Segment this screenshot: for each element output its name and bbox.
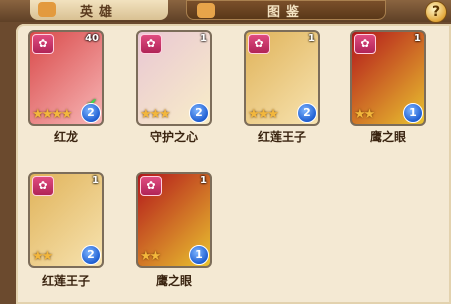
rank-badge: 1 <box>403 103 423 123</box>
hero-level: 40 <box>85 33 99 44</box>
hero-level: 1 <box>200 33 207 44</box>
hero-stars: ★★★ <box>140 107 171 122</box>
hero-stars: ★★★★ <box>32 107 73 122</box>
hero-name: 守护之心 <box>149 130 198 144</box>
codex-tab-icon <box>197 3 215 18</box>
hero-name: 红莲王子 <box>41 274 90 288</box>
tab-heroes[interactable]: 英雄 <box>30 0 168 20</box>
hero-card[interactable]: ✿ 1 ★★★ 2 <box>136 30 212 126</box>
hero-name: 鹰之眼 <box>369 130 406 144</box>
rank-badge: 2 <box>81 103 101 123</box>
hero-stars: ★★ <box>140 249 161 264</box>
hero-level: 1 <box>308 33 315 44</box>
tab-codex[interactable]: 图鉴 <box>186 0 386 20</box>
lotus-icon: ✿ <box>140 34 162 54</box>
hero-name: 红龙 <box>53 130 78 144</box>
hero-stars: ★★ <box>354 107 375 122</box>
hero-card[interactable]: ✿ 1 ★★ 1 <box>136 172 212 268</box>
hero-level: 1 <box>414 33 421 44</box>
lotus-icon: ✿ <box>32 34 54 54</box>
hero-card[interactable]: ✿ 40 ✔ ★★★★ 2 <box>28 30 104 126</box>
hero-tab-icon <box>38 2 56 17</box>
hero-name: 红莲王子 <box>257 130 306 144</box>
hero-level: 1 <box>92 175 99 186</box>
hero-card[interactable]: ✿ 1 ★★ 1 <box>350 30 426 126</box>
hero-stars: ★★ <box>32 249 53 264</box>
hero-name: 鹰之眼 <box>155 274 192 288</box>
tab-codex-label: 图鉴 <box>266 4 305 20</box>
lotus-icon: ✿ <box>354 34 376 54</box>
hero-level: 1 <box>200 175 207 186</box>
hero-stars: ★★★ <box>248 107 279 122</box>
lotus-icon: ✿ <box>32 176 54 196</box>
rank-badge: 2 <box>297 103 317 123</box>
rank-badge: 2 <box>189 103 209 123</box>
rank-badge: 2 <box>81 245 101 265</box>
lotus-icon: ✿ <box>140 176 162 196</box>
top-bar: 英雄 图鉴 ? <box>0 0 451 23</box>
rank-badge: 1 <box>189 245 209 265</box>
help-icon[interactable]: ? <box>425 1 447 23</box>
lotus-icon: ✿ <box>248 34 270 54</box>
hero-card[interactable]: ✿ 1 ★★★ 2 <box>244 30 320 126</box>
tab-heroes-label: 英雄 <box>79 4 118 20</box>
hero-card[interactable]: ✿ 1 ★★ 2 <box>28 172 104 268</box>
